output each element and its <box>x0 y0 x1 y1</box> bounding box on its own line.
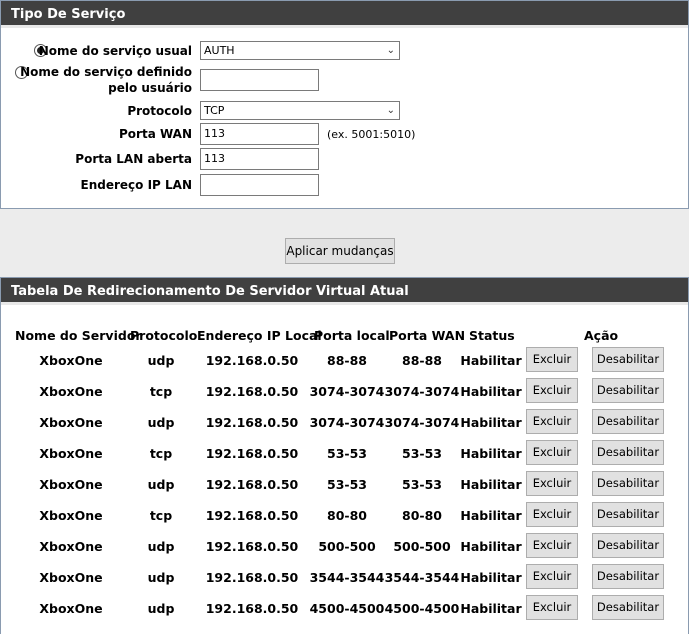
usual-service-value: AUTH <box>204 44 235 57</box>
wan-port-label: Porta WAN <box>119 127 192 141</box>
usual-service-row: Nome do serviço usual AUTH ⌄ <box>1 41 689 65</box>
protocol-label: Protocolo <box>127 104 192 118</box>
lan-port-input[interactable]: 113 <box>200 148 319 170</box>
table-row: XboxOne udp 192.168.0.50 3074-3074 3074-3074… <box>1 408 689 435</box>
delete-button[interactable]: Excluir <box>526 471 578 496</box>
chevron-down-icon: ⌄ <box>386 45 395 56</box>
usual-service-label: Nome do serviço usual <box>38 44 192 58</box>
delete-button[interactable]: Excluir <box>526 502 578 527</box>
delete-button[interactable]: Excluir <box>526 533 578 558</box>
lan-port-row: Porta LAN aberta 113 <box>1 148 689 172</box>
disable-button[interactable]: Desabilitar <box>592 440 664 465</box>
chevron-down-icon: ⌄ <box>386 105 395 116</box>
header-server-name: Nome do Servidor <box>15 328 142 343</box>
table-row: XboxOne udp 192.168.0.50 88-88 88-88 Habilita… <box>1 346 689 373</box>
disable-button[interactable]: Desabilitar <box>592 409 664 434</box>
lan-ip-row: Endereço IP LAN <box>1 174 689 198</box>
delete-button[interactable]: Excluir <box>526 378 578 403</box>
usual-service-select[interactable]: AUTH ⌄ <box>200 41 400 60</box>
wan-port-hint: (ex. 5001:5010) <box>327 128 416 141</box>
custom-service-input[interactable] <box>200 69 319 91</box>
header-local-port: Porta local <box>314 328 390 343</box>
disable-button[interactable]: Desabilitar <box>592 471 664 496</box>
table-row: XboxOne udp 192.168.0.50 53-53 53-53 Habilita… <box>1 470 689 497</box>
delete-button[interactable]: Excluir <box>526 564 578 589</box>
table-row: XboxOne tcp 192.168.0.50 80-80 80-80 Habilita… <box>1 501 689 528</box>
delete-button[interactable]: Excluir <box>526 595 578 620</box>
service-type-panel: Tipo De Serviço Nome do serviço usual AU… <box>0 0 689 209</box>
delete-button[interactable]: Excluir <box>526 409 578 434</box>
disable-button[interactable]: Desabilitar <box>592 378 664 403</box>
custom-service-label: Nome do serviço definido pelo usuário <box>20 64 192 96</box>
header-local-ip: Endereço IP Local <box>197 328 322 343</box>
wan-port-input[interactable]: 113 <box>200 123 319 145</box>
header-wan-port: Porta WAN <box>389 328 466 343</box>
header-action: Ação <box>584 328 619 343</box>
table-row: XboxOne udp 192.168.0.50 4500-4500 4500-4500… <box>1 594 689 621</box>
wan-port-row: Porta WAN 113 (ex. 5001:5010) <box>1 123 689 147</box>
table-row: XboxOne tcp 192.168.0.50 53-53 53-53 Habilita… <box>1 439 689 466</box>
disable-button[interactable]: Desabilitar <box>592 502 664 527</box>
custom-service-row: Nome do serviço definido pelo usuário <box>1 64 689 98</box>
disable-button[interactable]: Desabilitar <box>592 595 664 620</box>
virtual-server-table-title: Tabela De Redirecionamento De Servidor V… <box>1 278 688 305</box>
apply-changes-button[interactable]: Aplicar mudanças <box>285 238 395 264</box>
lan-ip-label: Endereço IP LAN <box>80 178 192 192</box>
delete-button[interactable]: Excluir <box>526 347 578 372</box>
table-row: XboxOne udp 192.168.0.50 500-500 500-500 Habi… <box>1 532 689 559</box>
disable-button[interactable]: Desabilitar <box>592 533 664 558</box>
header-protocol: Protocolo <box>130 328 198 343</box>
custom-service-label-line1: Nome do serviço definido <box>20 65 192 79</box>
table-row: XboxOne tcp 192.168.0.50 3074-3074 3074-3074… <box>1 377 689 404</box>
virtual-server-table-panel: Tabela De Redirecionamento De Servidor V… <box>0 277 689 634</box>
lan-port-label: Porta LAN aberta <box>75 152 192 166</box>
custom-service-label-line2: pelo usuário <box>108 81 192 95</box>
protocol-row: Protocolo TCP ⌄ <box>1 101 689 125</box>
table-row: XboxOne udp 192.168.0.50 3544-3544 3544-3544… <box>1 563 689 590</box>
protocol-select[interactable]: TCP ⌄ <box>200 101 400 120</box>
protocol-value: TCP <box>204 104 225 117</box>
disable-button[interactable]: Desabilitar <box>592 347 664 372</box>
header-status: Status <box>469 328 515 343</box>
service-type-title: Tipo De Serviço <box>1 1 688 28</box>
delete-button[interactable]: Excluir <box>526 440 578 465</box>
lan-ip-input[interactable] <box>200 174 319 196</box>
disable-button[interactable]: Desabilitar <box>592 564 664 589</box>
